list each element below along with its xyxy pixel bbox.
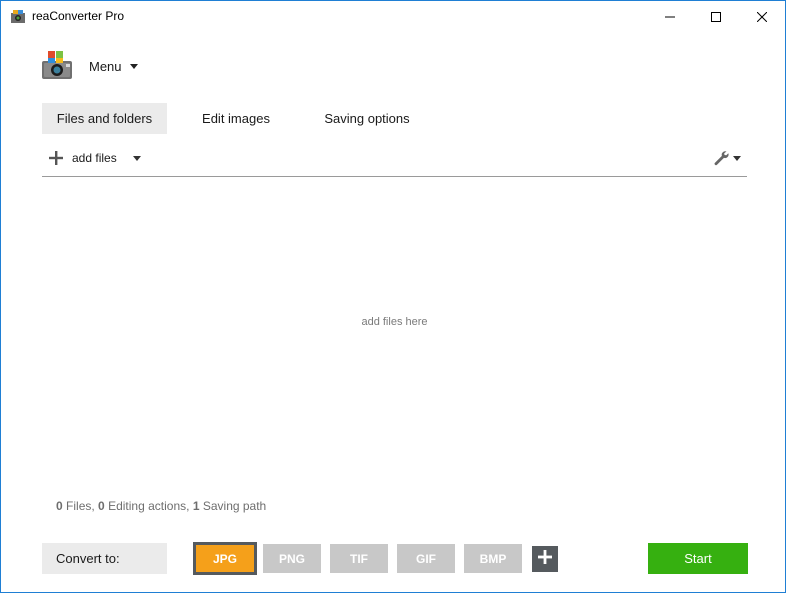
format-jpg-button[interactable]: JPG — [193, 542, 257, 575]
minimize-icon — [665, 12, 675, 22]
close-button[interactable] — [739, 1, 785, 32]
files-label: Files, — [66, 499, 95, 513]
editing-label: Editing actions, — [108, 499, 190, 513]
start-button[interactable]: Start — [648, 543, 748, 574]
settings-dropdown-icon[interactable] — [733, 156, 741, 161]
window-title: reaConverter Pro — [32, 9, 125, 23]
title-bar: reaConverter Pro — [1, 1, 785, 32]
close-icon — [757, 11, 767, 22]
plus-icon — [538, 549, 552, 569]
plus-icon[interactable] — [49, 151, 63, 165]
maximize-button[interactable] — [693, 1, 739, 32]
saving-label: Saving path — [202, 499, 267, 513]
editing-count: 0 — [98, 499, 105, 513]
file-drop-area[interactable]: add files here — [42, 177, 747, 487]
app-icon — [10, 9, 26, 25]
add-files-button[interactable]: add files — [72, 151, 117, 165]
format-gif-button[interactable]: GIF — [397, 544, 455, 573]
chevron-down-icon[interactable] — [130, 64, 138, 69]
convert-to-label: Convert to: — [42, 543, 167, 574]
add-files-dropdown-icon[interactable] — [133, 156, 141, 161]
app-logo-icon[interactable] — [40, 49, 74, 82]
add-format-button[interactable] — [532, 546, 558, 572]
tab-edit-images[interactable]: Edit images — [185, 103, 287, 134]
format-bmp-button[interactable]: BMP — [464, 544, 522, 573]
saving-count: 1 — [192, 499, 200, 513]
app-window: reaConverter Pro Menu Files and folders … — [0, 0, 786, 593]
format-tif-button[interactable]: TIF — [330, 544, 388, 573]
status-line: 0 Files, 0 Editing actions, 1 Saving pat… — [56, 499, 266, 513]
files-count: 0 — [56, 499, 63, 513]
format-png-button[interactable]: PNG — [263, 544, 321, 573]
wrench-icon[interactable] — [713, 150, 729, 166]
maximize-icon — [711, 11, 721, 22]
menu-button[interactable]: Menu — [89, 59, 122, 74]
tab-saving-options[interactable]: Saving options — [307, 103, 427, 134]
tab-files-and-folders[interactable]: Files and folders — [42, 103, 167, 134]
minimize-button[interactable] — [647, 1, 693, 32]
drop-hint: add files here — [361, 316, 428, 328]
